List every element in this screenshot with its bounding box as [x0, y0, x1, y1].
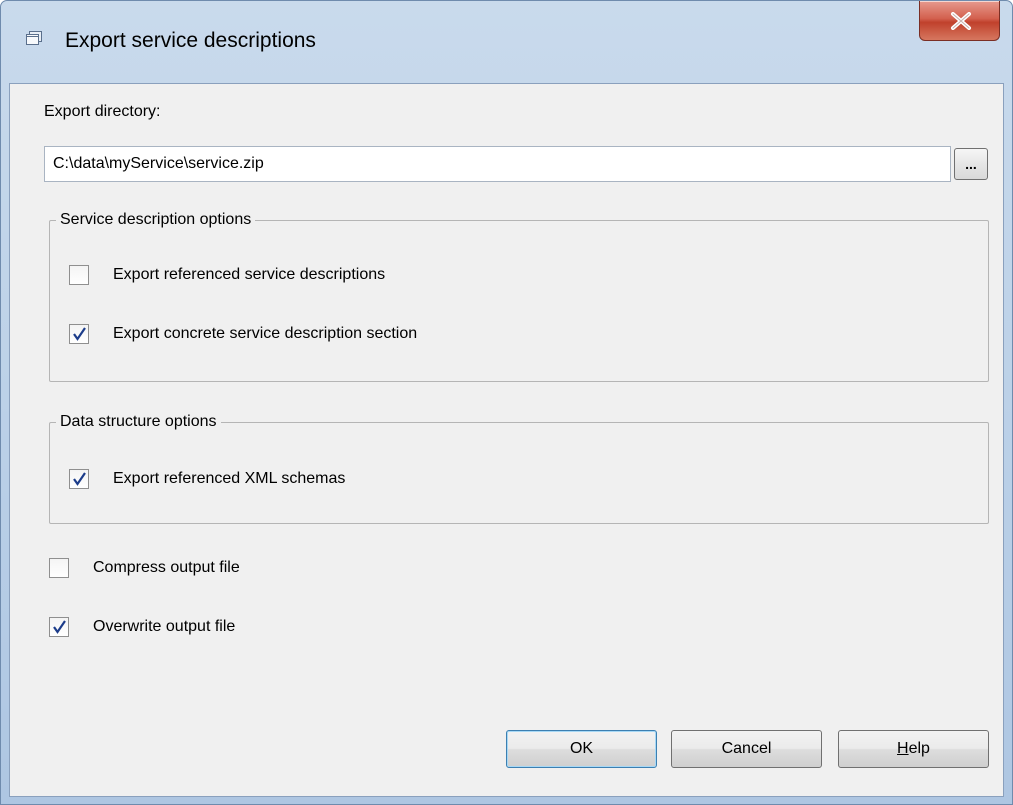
export-concrete-section-label: Export concrete service description sect… — [113, 325, 418, 342]
dialog-content: Export directory: ... Service descriptio… — [9, 83, 1004, 797]
export-referenced-xml-schemas-label: Export referenced XML schemas — [113, 470, 346, 487]
help-button[interactable]: Help — [838, 730, 989, 768]
browse-button[interactable]: ... — [954, 148, 988, 180]
close-x-icon — [951, 12, 971, 30]
checkmark-icon — [53, 620, 66, 634]
export-referenced-service-descriptions-label: Export referenced service descriptions — [113, 266, 386, 283]
data-structure-options-title: Data structure options — [56, 411, 221, 433]
compress-output-file-checkbox[interactable] — [49, 558, 69, 578]
export-referenced-xml-schemas-checkbox[interactable] — [69, 469, 89, 489]
export-referenced-service-descriptions-checkbox[interactable] — [69, 265, 89, 285]
close-button[interactable] — [919, 1, 1000, 41]
overwrite-output-file-label: Overwrite output file — [93, 618, 236, 635]
window-title: Export service descriptions — [65, 29, 316, 52]
dialog-window: Export service descriptions Export direc… — [0, 0, 1013, 805]
data-structure-options-group: Data structure options Export referenced… — [49, 411, 989, 524]
window-app-icon — [25, 31, 43, 47]
title-bar[interactable]: Export service descriptions — [1, 1, 1012, 83]
help-label-rest: elp — [908, 740, 930, 757]
overwrite-output-file-checkbox[interactable] — [49, 617, 69, 637]
service-description-options-group: Service description options Export refer… — [49, 209, 989, 382]
export-concrete-section-checkbox[interactable] — [69, 324, 89, 344]
ok-button[interactable]: OK — [506, 730, 657, 768]
export-directory-input[interactable] — [44, 146, 951, 182]
cancel-button[interactable]: Cancel — [671, 730, 822, 768]
service-description-options-title: Service description options — [56, 209, 256, 231]
export-directory-label: Export directory: — [44, 103, 161, 120]
checkmark-icon — [73, 472, 86, 486]
compress-output-file-label: Compress output file — [93, 559, 240, 576]
checkmark-icon — [73, 327, 86, 341]
help-mnemonic: H — [897, 740, 909, 757]
